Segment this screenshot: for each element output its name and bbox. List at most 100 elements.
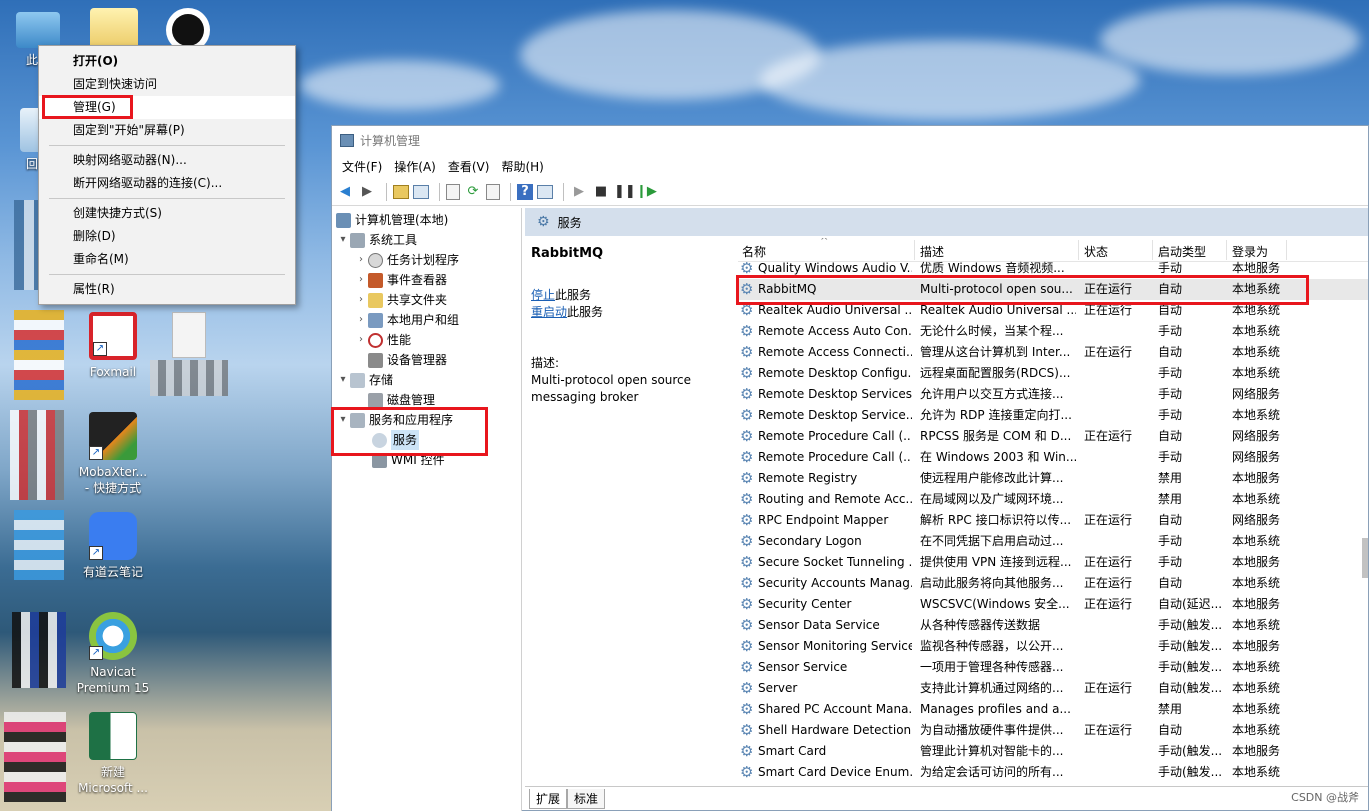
tree-item-event-viewer[interactable]: › 事件查看器 [354,270,447,290]
table-row[interactable]: ⚙ Security Center WSCSVC(Windows 安全... 正在运行… [738,594,1368,615]
tree-item-performance[interactable]: › 性能 [354,330,411,350]
menu-item-rename[interactable]: 重命名(M) [39,248,295,271]
desktop-icon-navicat[interactable]: ↗ Navicat Premium 15 [75,612,151,696]
table-row[interactable]: ⚙ Sensor Data Service 从各种传感器传送数据 手动(触发... 本地… [738,615,1368,636]
table-row[interactable]: ⚙ Routing and Remote Acc... 在局域网以及广域网环境...… [738,489,1368,510]
table-row[interactable]: ⚙ Remote Desktop Configu... 远程桌面配置服务(RDCS)… [738,363,1368,384]
table-row[interactable]: ⚙ Remote Access Connecti... 管理从这台计算机到 Inte… [738,342,1368,363]
table-row[interactable]: ⚙ Sensor Monitoring Service 监视各种传感器，以公开...… [738,636,1368,657]
tree-item-root[interactable]: 计算机管理(本地) [336,210,448,230]
desktop-icon-excel[interactable]: 新建 Microsoft ... [75,712,151,796]
service-gear-icon: ⚙ [740,723,754,738]
table-row[interactable]: ⚙ Smart Card Device Enum... 为给定会话可访问的所有...… [738,762,1368,783]
service-gear-icon: ⚙ [740,681,754,696]
pause-service-icon[interactable]: ❚❚ [614,183,636,201]
service-startup-type: 自动(延迟... [1158,597,1223,611]
chevron-right-icon[interactable]: › [354,290,368,310]
menu-item-open[interactable]: 打开(O) [39,50,295,73]
table-row[interactable]: ⚙ RPC Endpoint Mapper 解析 RPC 接口标识符以传... 正在运… [738,510,1368,531]
up-folder-icon[interactable] [393,184,409,199]
chevron-down-icon[interactable]: ▾ [336,370,350,390]
table-row[interactable]: ⚙ Shell Hardware Detection 为自动播放硬件事件提供... 正… [738,720,1368,741]
table-row[interactable]: ⚙ Security Accounts Manag... 启动此服务将向其他服务..… [738,573,1368,594]
service-logon-as: 本地服务 [1232,639,1281,653]
start-service-icon[interactable]: ▶ [570,183,588,201]
table-row[interactable]: ⚙ Remote Desktop Services 允许用户以交互方式连接... 手动… [738,384,1368,405]
chevron-right-icon[interactable]: › [354,250,368,270]
table-row[interactable]: ⚙ Secure Socket Tunneling ... 提供使用 VPN 连接到… [738,552,1368,573]
service-description: 启动此服务将向其他服务... [920,576,1064,590]
chevron-down-icon[interactable]: ▾ [336,230,350,250]
desktop-icon-mobaxterm[interactable]: ↗ MobaXter... - 快捷方式 [75,412,151,496]
stop-service-link[interactable]: 停止 [531,288,555,302]
forward-arrow-icon[interactable]: ▶ [358,183,376,201]
stop-service-icon[interactable]: ■ [592,183,610,201]
desktop-icon-foxmail[interactable]: ↗ Foxmail [75,312,151,380]
menu-item-pin-quick-access[interactable]: 固定到快速访问 [39,73,295,96]
tree-item-task-scheduler[interactable]: › 任务计划程序 [354,250,459,270]
menu-view[interactable]: 查看(V) [442,158,496,175]
service-name: Shell Hardware Detection [758,723,912,737]
view-icon[interactable] [537,184,553,199]
menu-action[interactable]: 操作(A) [388,158,442,175]
help-icon[interactable]: ? [517,183,533,200]
service-gear-icon: ⚙ [740,765,754,780]
service-name: Shared PC Account Mana... [758,702,912,716]
tree-item-shared-folders[interactable]: › 共享文件夹 [354,290,447,310]
table-row[interactable]: ⚙ Sensor Service 一项用于管理各种传感器... 手动(触发... 本地系… [738,657,1368,678]
tree-item-device-manager[interactable]: 设备管理器 [368,350,447,370]
refresh-icon[interactable]: ⟳ [464,183,482,201]
restart-service-link[interactable]: 重启动 [531,305,567,319]
service-description: 允许用户以交互方式连接... [920,387,1064,401]
service-gear-icon: ⚙ [740,702,754,717]
menu-item-create-shortcut[interactable]: 创建快捷方式(S) [39,202,295,225]
properties-icon[interactable] [446,183,460,200]
scrollbar-thumb[interactable] [1362,538,1368,578]
chevron-right-icon[interactable]: › [354,330,368,350]
service-startup-type: 手动 [1158,450,1183,464]
menu-file[interactable]: 文件(F) [336,158,388,175]
service-gear-icon: ⚙ [740,513,754,528]
youdao-note-icon: ↗ [89,512,137,560]
export-list-icon[interactable] [486,183,500,200]
table-row[interactable]: ⚙ Remote Registry 使远程用户能修改此计算... 禁用 本地服务 [738,468,1368,489]
table-row[interactable]: ⚙ Server 支持此计算机通过网络的... 正在运行 自动(触发... 本地系统 [738,678,1368,699]
menu-item-properties[interactable]: 属性(R) [39,278,295,301]
tree-item-local-users[interactable]: › 本地用户和组 [354,310,459,330]
performance-icon [368,332,383,348]
desktop-icon-youdao-note[interactable]: ↗ 有道云笔记 [75,512,151,580]
table-row[interactable]: ⚙ Remote Access Auto Con... 无论什么时候，当某个程...… [738,321,1368,342]
menu-item-delete[interactable]: 删除(D) [39,225,295,248]
tree-item-storage[interactable]: ▾ 存储 [336,370,393,390]
service-logon-as: 本地系统 [1232,681,1281,695]
device-manager-icon [368,352,383,368]
restart-service-icon[interactable]: ❙▶ [636,183,657,201]
menu-help[interactable]: 帮助(H) [495,158,549,175]
vertical-scrollbar[interactable] [1360,238,1368,786]
column-divider [914,240,915,260]
back-arrow-icon[interactable]: ◀ [336,183,354,201]
toolbar-separator [510,182,511,201]
title-bar[interactable]: 计算机管理 [332,126,1368,154]
table-row[interactable]: ⚙ Shared PC Account Mana... Manages profil… [738,699,1368,720]
service-description: 允许为 RDP 连接重定向打... [920,408,1072,422]
tree-item-label: 共享文件夹 [387,293,448,307]
menu-item-disconnect-drive[interactable]: 断开网络驱动器的连接(C)... [39,172,295,195]
menu-item-pin-start[interactable]: 固定到"开始"屏幕(P) [39,119,295,142]
menu-item-map-drive[interactable]: 映射网络驱动器(N)... [39,149,295,172]
sort-ascending-icon: ^ [820,238,829,247]
tab-extended[interactable]: 扩展 [529,789,568,809]
table-row[interactable]: ⚙ Smart Card 管理此计算机对智能卡的... 手动(触发... 本地服务 [738,741,1368,762]
table-row[interactable]: ⚙ Remote Procedure Call (... 在 Windows 200… [738,447,1368,468]
show-hide-tree-icon[interactable] [413,184,429,199]
navigation-tree: 计算机管理(本地) ▾ 系统工具 › 任务计划程序 › 事件查看器 › 共享文件… [332,208,522,811]
tab-standard[interactable]: 标准 [567,789,606,809]
service-logon-as: 本地系统 [1232,618,1281,632]
table-row[interactable]: ⚙ Remote Procedure Call (... RPCSS 服务是 COM… [738,426,1368,447]
service-description: 无论什么时候，当某个程... [920,324,1064,338]
table-row[interactable]: ⚙ Remote Desktop Service... 允许为 RDP 连接重定向打… [738,405,1368,426]
chevron-right-icon[interactable]: › [354,310,368,330]
tree-item-system-tools[interactable]: ▾ 系统工具 [336,230,417,250]
chevron-right-icon[interactable]: › [354,270,368,290]
table-row[interactable]: ⚙ Secondary Logon 在不同凭据下启用启动过... 手动 本地系统 [738,531,1368,552]
